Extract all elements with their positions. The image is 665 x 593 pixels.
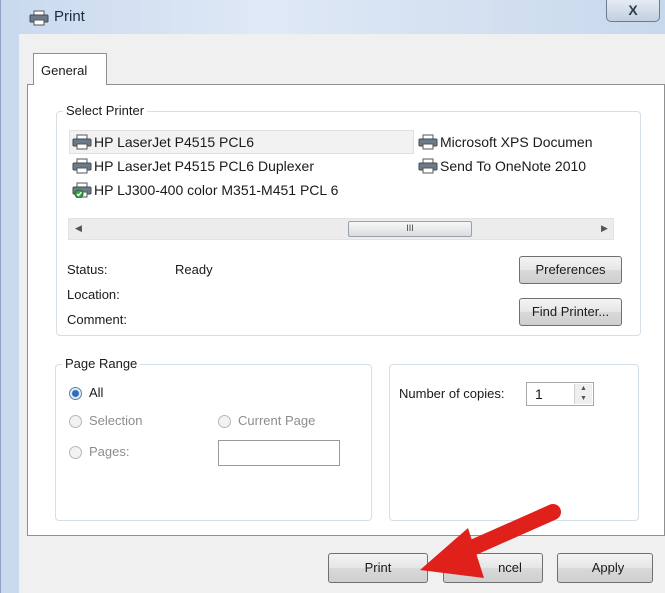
apply-button[interactable]: Apply: [557, 553, 653, 583]
select-printer-legend: Select Printer: [63, 103, 148, 118]
scroll-right-icon[interactable]: ▶: [601, 223, 608, 234]
copies-stepper[interactable]: 1 ▲ ▼: [526, 382, 594, 406]
printer-item[interactable]: HP LJ300-400 color M351-M451 PCL 6: [72, 182, 338, 198]
printer-icon: [72, 158, 92, 174]
printer-icon: [72, 134, 92, 150]
printer-name: Microsoft XPS Documen: [440, 134, 593, 150]
radio-all-label[interactable]: All: [89, 385, 103, 400]
status-value: Ready: [175, 262, 213, 277]
location-label: Location:: [67, 287, 120, 302]
print-button[interactable]: Print: [328, 553, 428, 583]
stepper-buttons[interactable]: ▲ ▼: [574, 384, 592, 404]
printer-item[interactable]: Microsoft XPS Documen: [418, 134, 593, 150]
preferences-button[interactable]: Preferences: [519, 256, 622, 284]
copies-value[interactable]: 1: [535, 386, 543, 402]
window-title: Print: [54, 8, 85, 25]
title-bar[interactable]: Print X: [1, 0, 665, 34]
printer-name: HP LaserJet P4515 PCL6: [94, 134, 255, 150]
scrollbar-thumb[interactable]: III: [348, 221, 472, 237]
printer-item[interactable]: HP LaserJet P4515 PCL6 Duplexer: [72, 158, 314, 174]
radio-selection[interactable]: [69, 415, 82, 428]
printer-name: HP LaserJet P4515 PCL6 Duplexer: [94, 158, 314, 174]
radio-pages-label[interactable]: Pages:: [89, 444, 129, 459]
close-button[interactable]: X: [606, 0, 660, 22]
cancel-button[interactable]: ncel: [443, 553, 543, 583]
chevron-down-icon[interactable]: ▼: [575, 394, 592, 404]
radio-current-page[interactable]: [218, 415, 231, 428]
radio-pages[interactable]: [69, 446, 82, 459]
printer-icon: [418, 158, 438, 174]
comment-label: Comment:: [67, 312, 127, 327]
printer-item[interactable]: Send To OneNote 2010: [418, 158, 586, 174]
scroll-left-icon[interactable]: ◀: [75, 223, 82, 234]
printer-item[interactable]: HP LaserJet P4515 PCL6: [72, 134, 254, 150]
chevron-up-icon[interactable]: ▲: [575, 384, 592, 394]
copies-label: Number of copies:: [399, 386, 505, 401]
printer-icon: [418, 134, 438, 150]
printer-list-horizontal-scrollbar[interactable]: ◀ III ▶: [68, 218, 614, 240]
pages-input[interactable]: [218, 440, 340, 466]
tab-general[interactable]: General: [33, 53, 107, 85]
radio-current-page-label[interactable]: Current Page: [238, 413, 315, 428]
find-printer-button[interactable]: Find Printer...: [519, 298, 622, 326]
printer-default-icon: [72, 182, 92, 198]
page-range-legend: Page Range: [62, 356, 141, 371]
radio-all[interactable]: [69, 387, 82, 400]
radio-selection-label[interactable]: Selection: [89, 413, 142, 428]
printer-icon: [29, 10, 49, 26]
printer-name: Send To OneNote 2010: [440, 158, 587, 174]
status-label: Status:: [67, 262, 108, 277]
printer-name: HP LJ300-400 color M351-M451 PCL 6: [94, 182, 339, 198]
